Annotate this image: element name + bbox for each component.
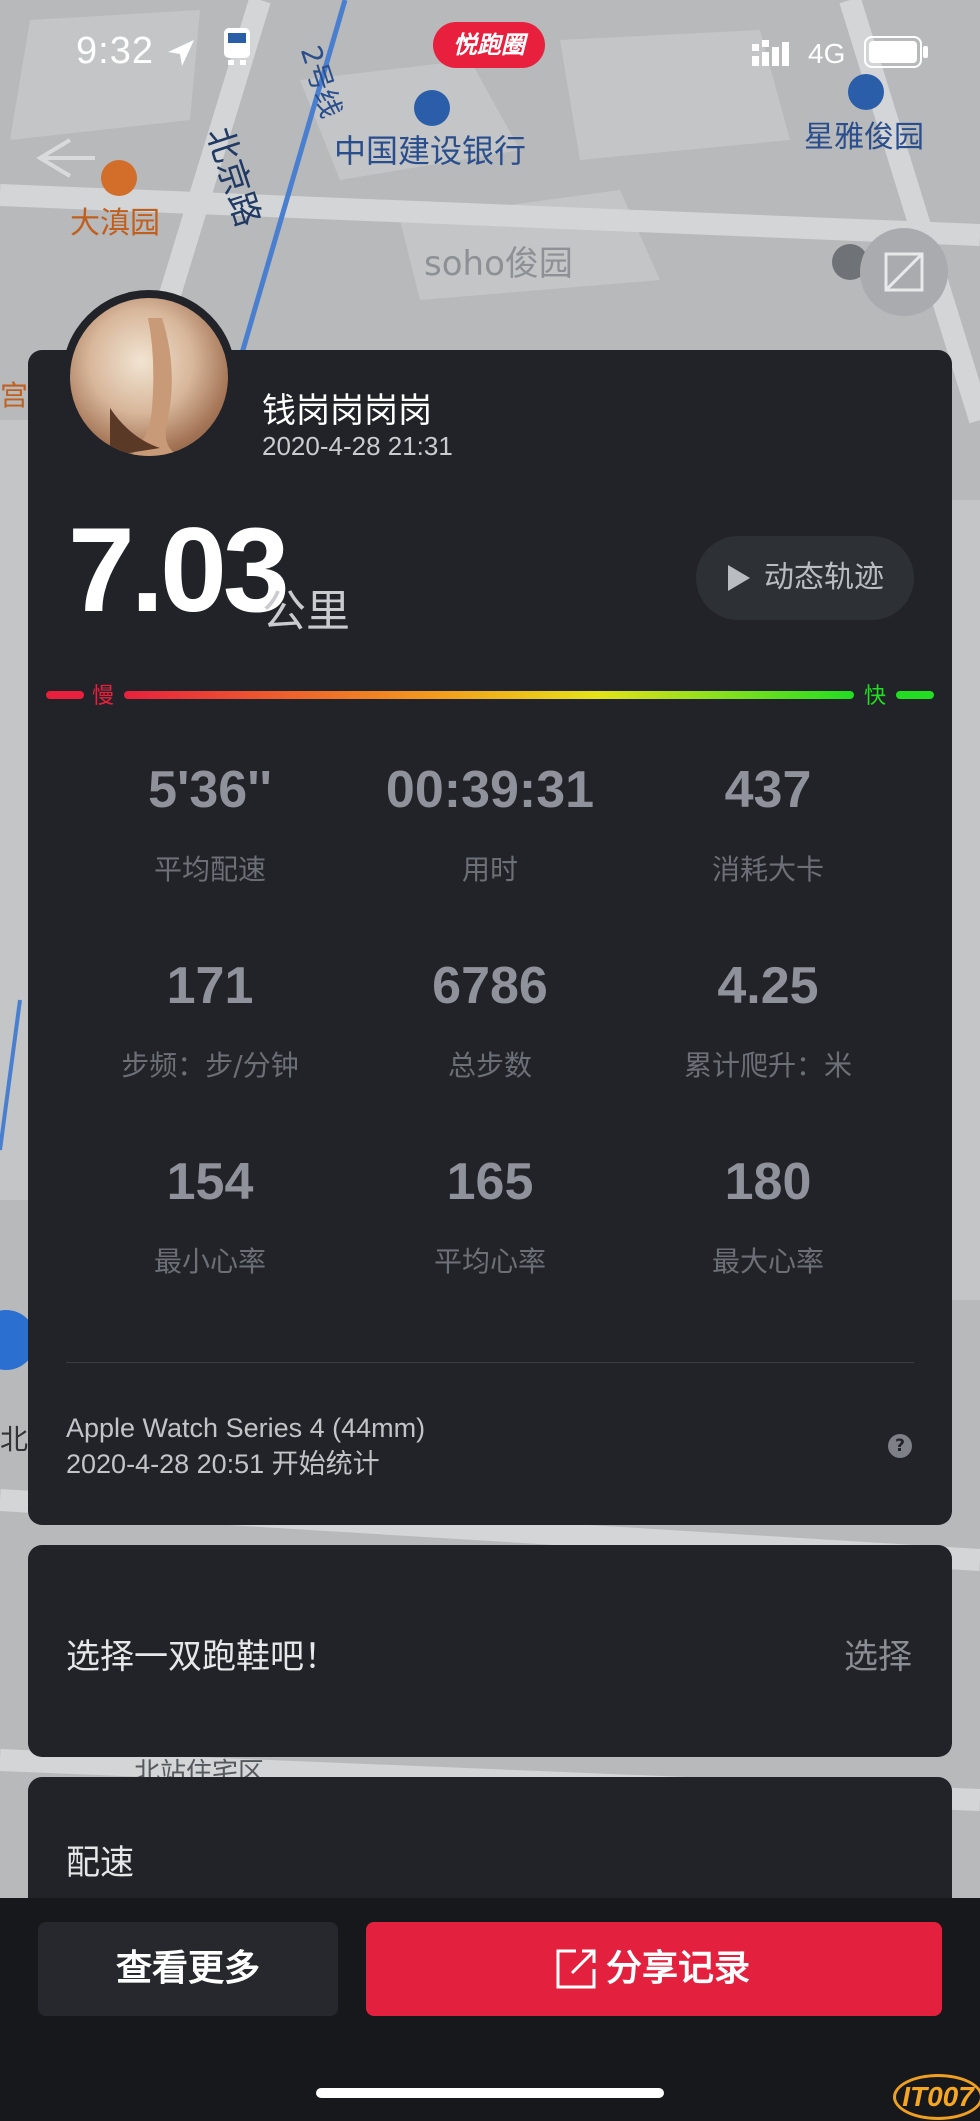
status-bar: 9:32 悦跑圈 4G [0,0,980,100]
network-type: 4G [808,38,846,69]
home-indicator [316,2088,664,2098]
stat-duration: 00:39:31 用时 [350,760,630,888]
battery-icon [864,36,928,68]
stat-avg-heart-rate: 165 平均心率 [350,1152,630,1280]
device-info: Apple Watch Series 4 (44mm) 2020-4-28 20… [66,1410,425,1482]
shoe-prompt: 选择一双跑鞋吧！ [66,1637,338,1677]
stat-value: 180 [724,1153,812,1211]
pace-section-title: 配速 [66,1843,134,1883]
username: 钱岗岗岗岗 [262,391,432,431]
avatar-photo-shape [110,318,180,456]
pace-fast-label: 快 [864,684,887,709]
run-datetime: 2020-4-28 21:31 [262,431,453,461]
view-more-button[interactable]: 查看更多 [38,1922,338,2016]
map-label-ccb: 中国建设银行 [334,132,527,170]
select-shoe-button[interactable]: 选择 [844,1629,912,1678]
status-time: 9:32 [76,30,154,72]
stat-label: 累计爬升：米 [683,1049,852,1082]
stat-value: 4.25 [717,957,819,1015]
share-record-label: 分享记录 [606,1948,751,1989]
divider [66,1362,914,1363]
stat-value: 437 [724,761,812,819]
stat-label: 步频：步/分钟 [121,1049,299,1082]
help-icon[interactable]: ? [888,1434,912,1458]
distance-unit: 公里 [262,586,350,637]
stat-max-heart-rate: 180 最大心率 [628,1152,908,1280]
stat-min-heart-rate: 154 最小心率 [70,1152,350,1280]
map-label-gong: 宫 [0,379,29,412]
map-label-bei: 北 [0,1423,29,1456]
pace-gradient-bar [124,691,854,699]
share-record-button[interactable]: 分享记录 [366,1922,942,2016]
signal-icon [752,40,789,66]
dynamic-track-button[interactable]: 动态轨迹 [696,536,914,620]
stat-elevation-gain: 4.25 累计爬升：米 [628,956,908,1084]
stat-value: 154 [166,1153,254,1211]
avatar[interactable] [62,290,236,464]
shoe-card[interactable]: 选择一双跑鞋吧！ 选择 [28,1545,952,1757]
dynamic-track-label: 动态轨迹 [764,560,884,595]
stat-label: 最小心率 [153,1245,266,1278]
location-arrow-icon [168,40,194,66]
stat-label: 最大心率 [711,1245,824,1278]
start-time: 2020-4-28 20:51 开始统计 [66,1449,380,1479]
device-name: Apple Watch Series 4 (44mm) [66,1413,426,1443]
share-icon [556,1949,596,1989]
map-label-xingya: 星雅俊园 [804,120,924,155]
stat-avg-pace: 5'36'' 平均配速 [70,760,350,888]
stat-calories: 437 消耗大卡 [628,760,908,888]
map-label-soho: soho俊园 [424,244,573,284]
pace-slow-label: 慢 [92,684,115,709]
map-label-dadian: 大滇园 [70,206,160,241]
pace-scale: 慢 快 [46,680,934,710]
stat-value: 6786 [432,957,548,1015]
stat-label: 平均心率 [433,1245,546,1278]
stat-label: 总步数 [447,1049,532,1082]
stat-value: 165 [446,1153,534,1211]
pace-scale-fast-segment [896,691,934,699]
stat-label: 平均配速 [153,853,266,886]
watermark: IT007 [893,2074,980,2120]
stat-value: 00:39:31 [385,761,595,819]
stat-label: 用时 [461,853,518,886]
stat-value: 5'36'' [148,761,272,819]
app-brand-badge: 悦跑圈 [433,22,545,68]
avatar-image [70,298,228,456]
play-icon [728,565,750,591]
stat-total-steps: 6786 总步数 [350,956,630,1084]
bus-icon [224,28,250,65]
stat-value: 171 [166,957,254,1015]
stat-cadence: 171 步频：步/分钟 [70,956,350,1084]
stat-label: 消耗大卡 [711,853,824,886]
pace-scale-slow-segment [46,691,84,699]
distance-value: 7.03 [68,503,290,637]
